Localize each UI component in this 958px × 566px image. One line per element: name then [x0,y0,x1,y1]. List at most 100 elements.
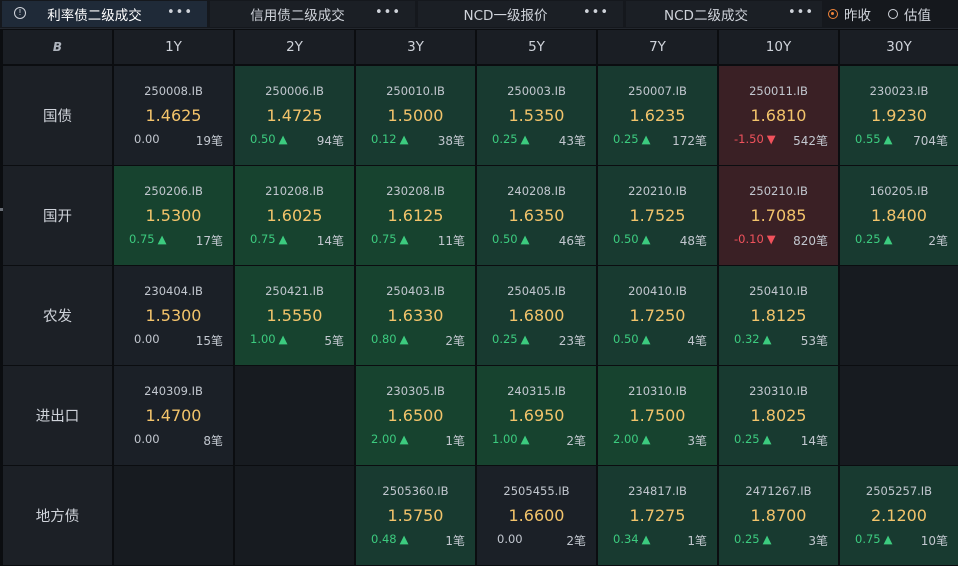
quote-cell[interactable]: 250008.IB 1.4625 0.00 19笔 [114,66,233,165]
bond-code: 250007.IB [628,84,687,98]
grid-row: 进出口 240309.IB 1.4700 0.00 8笔 230305.IB 1.6500 2… [0,366,958,465]
tab-ncd-secondary[interactable]: NCD二级成交 ••• [626,1,822,27]
quote-cell[interactable]: 250410.IB 1.8125 0.32 ▲ 53笔 [719,266,838,365]
arrow-up-icon: ▲ [278,132,288,146]
yield-change-value: 0.12 [371,132,397,146]
quote-cell[interactable]: 250403.IB 1.6330 0.80 ▲ 2笔 [356,266,475,365]
more-options-icon[interactable]: ••• [167,6,193,20]
bond-code: 250011.IB [749,84,808,98]
radio-prev-close[interactable]: 昨收 [828,4,871,24]
trade-count: 820笔 [793,234,828,248]
quote-cell[interactable]: 210208.IB 1.6025 0.75 ▲ 14笔 [235,166,354,265]
tab-credit-bond-secondary[interactable]: 信用债二级成交 ••• [210,1,415,27]
quote-cell[interactable]: 230305.IB 1.6500 2.00 ▲ 1笔 [356,366,475,465]
quote-cell[interactable]: 240309.IB 1.4700 0.00 8笔 [114,366,233,465]
quote-cell[interactable]: 240315.IB 1.6950 1.00 ▲ 2笔 [477,366,596,465]
quote-cell[interactable]: 2505360.IB 1.5750 0.48 ▲ 1笔 [356,466,475,565]
arrow-down-icon: ▼ [766,132,776,146]
trade-count: 3笔 [808,534,828,548]
quote-cell[interactable]: 250421.IB 1.5550 1.00 ▲ 5笔 [235,266,354,365]
bond-code: 210310.IB [628,384,687,398]
arrow-up-icon: ▲ [762,432,772,446]
trade-count: 2笔 [566,434,586,448]
yield-change: 0.48 ▲ [371,532,408,546]
bond-yield: 1.5750 [387,506,444,525]
yield-change: 0.75 ▲ [855,532,892,546]
yield-change-value: 0.25 [855,232,881,246]
trade-count: 10笔 [920,534,948,548]
empty-cell [840,366,958,465]
more-options-icon[interactable]: ••• [583,6,609,20]
bond-yield: 1.6950 [508,406,565,425]
quote-cell[interactable]: 210310.IB 1.7500 2.00 ▲ 3笔 [598,366,717,465]
quote-cell[interactable]: 250011.IB 1.6810 -1.50 ▼ 542笔 [719,66,838,165]
bond-yield: 1.4725 [266,106,323,125]
column-header-5y: 5Y [477,30,596,64]
yield-change-value: 0.75 [129,232,155,246]
bond-yield: 1.6810 [750,106,807,125]
yield-change-value: 0.50 [613,232,639,246]
empty-cell [235,366,354,465]
info-icon[interactable]: ! [14,7,26,19]
arrow-up-icon: ▲ [399,132,409,146]
more-options-icon[interactable]: ••• [375,6,401,20]
arrow-up-icon: ▲ [399,332,409,346]
quote-cell[interactable]: 2471267.IB 1.8700 0.25 ▲ 3笔 [719,466,838,565]
quote-cell[interactable]: 2505257.IB 2.1200 0.75 ▲ 10笔 [840,466,958,565]
arrow-up-icon: ▲ [399,432,409,446]
quote-cell[interactable]: 230023.IB 1.9230 0.55 ▲ 704笔 [840,66,958,165]
quote-cell[interactable]: 2505455.IB 1.6600 0.00 2笔 [477,466,596,565]
yield-change-value: 0.00 [134,332,160,346]
quote-cell[interactable]: 240208.IB 1.6350 0.50 ▲ 46笔 [477,166,596,265]
quote-cell[interactable]: 230310.IB 1.8025 0.25 ▲ 14笔 [719,366,838,465]
more-options-icon[interactable]: ••• [788,6,814,20]
arrow-up-icon: ▲ [641,132,651,146]
arrow-up-icon: ▲ [399,232,409,246]
bond-yield: 1.6350 [508,206,565,225]
bond-yield: 1.6235 [629,106,686,125]
trade-count: 542笔 [793,134,828,148]
yield-change-value: 0.55 [855,132,881,146]
arrow-up-icon: ▲ [157,232,167,246]
quote-cell[interactable]: 250405.IB 1.6800 0.25 ▲ 23笔 [477,266,596,365]
empty-cell [114,466,233,565]
arrow-up-icon: ▲ [520,132,530,146]
radio-checked-icon[interactable] [828,9,838,19]
quote-cell[interactable]: 230208.IB 1.6125 0.75 ▲ 11笔 [356,166,475,265]
quote-cell[interactable]: 230404.IB 1.5300 0.00 15笔 [114,266,233,365]
yield-change-value: 0.50 [613,332,639,346]
bond-code: 230305.IB [386,384,445,398]
radio-valuation[interactable]: 估值 [888,4,931,24]
yield-change: 0.12 ▲ [371,132,408,146]
bond-yield: 1.8025 [750,406,807,425]
yield-change: 0.25 ▲ [855,232,892,246]
bond-code: 250410.IB [749,284,808,298]
quote-cell[interactable]: 250206.IB 1.5300 0.75 ▲ 17笔 [114,166,233,265]
arrow-down-icon: ▼ [766,232,776,246]
bond-code: 250006.IB [265,84,324,98]
trade-count: 8笔 [203,434,223,448]
quote-cell[interactable]: 250006.IB 1.4725 0.50 ▲ 94笔 [235,66,354,165]
quote-cell[interactable]: 234817.IB 1.7275 0.34 ▲ 1笔 [598,466,717,565]
bond-yield: 1.8700 [750,506,807,525]
radio-label: 估值 [904,8,931,24]
trade-count: 53笔 [800,334,828,348]
bond-code: 230208.IB [386,184,445,198]
tab-label: 信用债二级成交 [250,8,345,24]
column-header-row: B 1Y 2Y 3Y 5Y 7Y 10Y 30Y [0,30,958,64]
bond-code: 230023.IB [869,84,929,98]
quote-cell[interactable]: 250003.IB 1.5350 0.25 ▲ 43笔 [477,66,596,165]
radio-unchecked-icon[interactable] [888,9,898,19]
quote-cell[interactable]: 200410.IB 1.7250 0.50 ▲ 4笔 [598,266,717,365]
trade-count: 46笔 [558,234,586,248]
quote-cell[interactable]: 250007.IB 1.6235 0.25 ▲ 172笔 [598,66,717,165]
yield-change-value: 1.00 [492,432,518,446]
quote-cell[interactable]: 160205.IB 1.8400 0.25 ▲ 2笔 [840,166,958,265]
row-label: 农发 [3,266,112,365]
quote-cell[interactable]: 250210.IB 1.7085 -0.10 ▼ 820笔 [719,166,838,265]
quote-cell[interactable]: 250010.IB 1.5000 0.12 ▲ 38笔 [356,66,475,165]
quote-cell[interactable]: 220210.IB 1.7525 0.50 ▲ 48笔 [598,166,717,265]
tab-rate-bond-secondary[interactable]: ! 利率债二级成交 ••• [2,1,207,27]
tab-ncd-primary-quote[interactable]: NCD一级报价 ••• [418,1,623,27]
arrow-up-icon: ▲ [520,232,530,246]
